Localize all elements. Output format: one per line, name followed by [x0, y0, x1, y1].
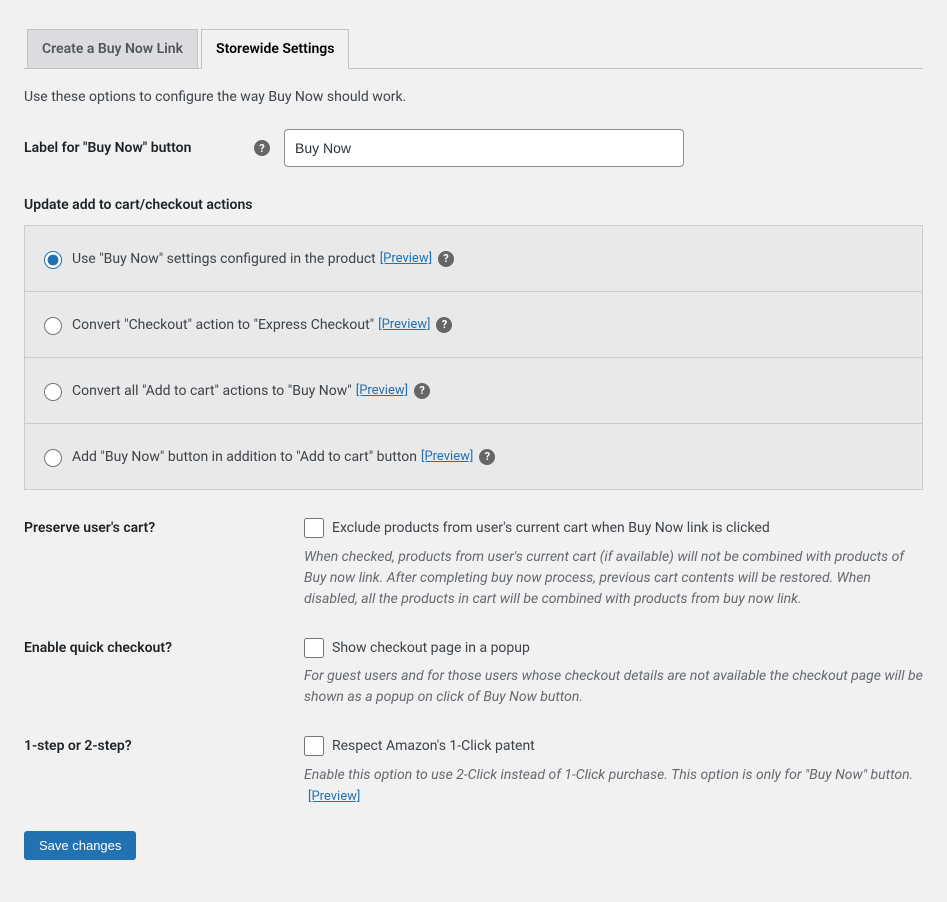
one-step-checkbox-label: Respect Amazon's 1-Click patent — [332, 736, 535, 757]
save-changes-button[interactable]: Save changes — [24, 831, 136, 860]
radio-option-use-product-settings[interactable]: Use "Buy Now" settings configured in the… — [25, 226, 922, 292]
preserve-cart-label: Preserve user's cart? — [24, 518, 304, 536]
quick-checkout-checkbox-label: Show checkout page in a popup — [332, 638, 530, 659]
update-actions-panel: Use "Buy Now" settings configured in the… — [24, 225, 923, 490]
radio-convert-add-to-cart[interactable] — [44, 383, 62, 401]
buy-now-label-input[interactable] — [284, 129, 684, 167]
radio-label: Convert all "Add to cart" actions to "Bu… — [72, 383, 352, 399]
preview-link[interactable]: [Preview] — [308, 789, 360, 804]
label-buy-now-button: Label for "Buy Now" button — [24, 140, 191, 156]
radio-use-product-settings[interactable] — [44, 251, 62, 269]
radio-label: Convert "Checkout" action to "Express Ch… — [72, 317, 374, 333]
radio-express-checkout[interactable] — [44, 317, 62, 335]
preserve-cart-checkbox-label: Exclude products from user's current car… — [332, 518, 770, 539]
radio-option-add-buy-now-button[interactable]: Add "Buy Now" button in addition to "Add… — [25, 424, 922, 489]
help-icon[interactable] — [438, 251, 454, 267]
intro-text: Use these options to configure the way B… — [24, 89, 923, 105]
one-step-description: Enable this option to use 2-Click instea… — [304, 765, 923, 807]
quick-checkout-description: For guest users and for those users whos… — [304, 666, 923, 708]
help-icon[interactable] — [436, 317, 452, 333]
help-icon[interactable] — [254, 140, 270, 156]
radio-option-express-checkout[interactable]: Convert "Checkout" action to "Express Ch… — [25, 292, 922, 358]
help-icon[interactable] — [479, 449, 495, 465]
one-step-checkbox[interactable] — [304, 736, 324, 756]
preview-link[interactable]: [Preview] — [421, 449, 473, 464]
quick-checkout-label: Enable quick checkout? — [24, 638, 304, 656]
radio-option-convert-add-to-cart[interactable]: Convert all "Add to cart" actions to "Bu… — [25, 358, 922, 424]
tab-create-buy-now-link[interactable]: Create a Buy Now Link — [27, 29, 198, 68]
preview-link[interactable]: [Preview] — [378, 317, 430, 332]
nav-tabs: Create a Buy Now Link Storewide Settings — [24, 24, 923, 69]
help-icon[interactable] — [414, 383, 430, 399]
tab-storewide-settings[interactable]: Storewide Settings — [201, 29, 349, 69]
one-step-label: 1-step or 2-step? — [24, 736, 304, 754]
preview-link[interactable]: [Preview] — [380, 251, 432, 266]
radio-add-buy-now-button[interactable] — [44, 449, 62, 467]
preview-link[interactable]: [Preview] — [356, 383, 408, 398]
radio-label: Add "Buy Now" button in addition to "Add… — [72, 449, 417, 465]
preserve-cart-checkbox[interactable] — [304, 518, 324, 538]
quick-checkout-checkbox[interactable] — [304, 638, 324, 658]
preserve-cart-description: When checked, products from user's curre… — [304, 547, 923, 610]
update-actions-heading: Update add to cart/checkout actions — [24, 197, 923, 213]
radio-label: Use "Buy Now" settings configured in the… — [72, 251, 376, 267]
